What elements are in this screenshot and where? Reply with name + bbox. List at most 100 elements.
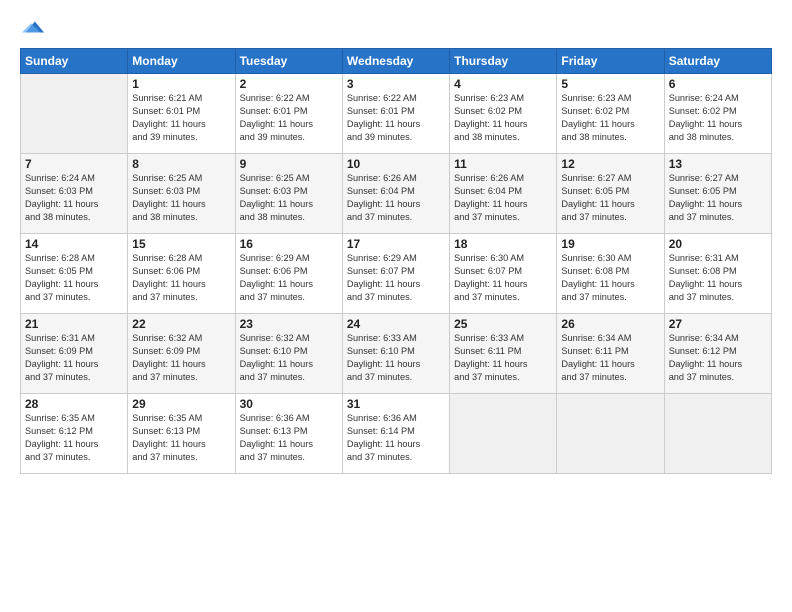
calendar-cell — [21, 74, 128, 154]
day-info: Sunrise: 6:24 AM Sunset: 6:02 PM Dayligh… — [669, 92, 767, 144]
calendar-header: SundayMondayTuesdayWednesdayThursdayFrid… — [21, 49, 772, 74]
calendar-cell: 10Sunrise: 6:26 AM Sunset: 6:04 PM Dayli… — [342, 154, 449, 234]
day-info: Sunrise: 6:28 AM Sunset: 6:06 PM Dayligh… — [132, 252, 230, 304]
weekday-header: Thursday — [450, 49, 557, 74]
calendar-cell — [450, 394, 557, 474]
page: SundayMondayTuesdayWednesdayThursdayFrid… — [0, 0, 792, 612]
day-info: Sunrise: 6:30 AM Sunset: 6:08 PM Dayligh… — [561, 252, 659, 304]
day-info: Sunrise: 6:33 AM Sunset: 6:11 PM Dayligh… — [454, 332, 552, 384]
day-info: Sunrise: 6:29 AM Sunset: 6:06 PM Dayligh… — [240, 252, 338, 304]
calendar-body: 1Sunrise: 6:21 AM Sunset: 6:01 PM Daylig… — [21, 74, 772, 474]
day-number: 26 — [561, 317, 659, 331]
calendar-cell: 29Sunrise: 6:35 AM Sunset: 6:13 PM Dayli… — [128, 394, 235, 474]
day-number: 6 — [669, 77, 767, 91]
calendar-cell: 13Sunrise: 6:27 AM Sunset: 6:05 PM Dayli… — [664, 154, 771, 234]
weekday-header: Sunday — [21, 49, 128, 74]
calendar-week-row: 14Sunrise: 6:28 AM Sunset: 6:05 PM Dayli… — [21, 234, 772, 314]
calendar-cell: 3Sunrise: 6:22 AM Sunset: 6:01 PM Daylig… — [342, 74, 449, 154]
calendar-cell: 15Sunrise: 6:28 AM Sunset: 6:06 PM Dayli… — [128, 234, 235, 314]
day-info: Sunrise: 6:26 AM Sunset: 6:04 PM Dayligh… — [454, 172, 552, 224]
day-number: 3 — [347, 77, 445, 91]
logo-icon — [22, 16, 44, 38]
calendar-week-row: 21Sunrise: 6:31 AM Sunset: 6:09 PM Dayli… — [21, 314, 772, 394]
day-number: 25 — [454, 317, 552, 331]
calendar-cell: 30Sunrise: 6:36 AM Sunset: 6:13 PM Dayli… — [235, 394, 342, 474]
day-info: Sunrise: 6:32 AM Sunset: 6:10 PM Dayligh… — [240, 332, 338, 384]
day-number: 5 — [561, 77, 659, 91]
calendar: SundayMondayTuesdayWednesdayThursdayFrid… — [20, 48, 772, 474]
calendar-cell: 19Sunrise: 6:30 AM Sunset: 6:08 PM Dayli… — [557, 234, 664, 314]
day-number: 2 — [240, 77, 338, 91]
day-info: Sunrise: 6:23 AM Sunset: 6:02 PM Dayligh… — [561, 92, 659, 144]
calendar-cell: 6Sunrise: 6:24 AM Sunset: 6:02 PM Daylig… — [664, 74, 771, 154]
day-number: 12 — [561, 157, 659, 171]
calendar-cell — [557, 394, 664, 474]
day-info: Sunrise: 6:34 AM Sunset: 6:12 PM Dayligh… — [669, 332, 767, 384]
weekday-row: SundayMondayTuesdayWednesdayThursdayFrid… — [21, 49, 772, 74]
calendar-cell: 31Sunrise: 6:36 AM Sunset: 6:14 PM Dayli… — [342, 394, 449, 474]
day-info: Sunrise: 6:35 AM Sunset: 6:13 PM Dayligh… — [132, 412, 230, 464]
day-info: Sunrise: 6:33 AM Sunset: 6:10 PM Dayligh… — [347, 332, 445, 384]
calendar-cell: 8Sunrise: 6:25 AM Sunset: 6:03 PM Daylig… — [128, 154, 235, 234]
calendar-cell: 7Sunrise: 6:24 AM Sunset: 6:03 PM Daylig… — [21, 154, 128, 234]
day-number: 18 — [454, 237, 552, 251]
day-number: 28 — [25, 397, 123, 411]
day-info: Sunrise: 6:23 AM Sunset: 6:02 PM Dayligh… — [454, 92, 552, 144]
day-number: 4 — [454, 77, 552, 91]
calendar-cell: 14Sunrise: 6:28 AM Sunset: 6:05 PM Dayli… — [21, 234, 128, 314]
day-number: 11 — [454, 157, 552, 171]
day-info: Sunrise: 6:30 AM Sunset: 6:07 PM Dayligh… — [454, 252, 552, 304]
day-number: 31 — [347, 397, 445, 411]
calendar-cell: 4Sunrise: 6:23 AM Sunset: 6:02 PM Daylig… — [450, 74, 557, 154]
day-info: Sunrise: 6:28 AM Sunset: 6:05 PM Dayligh… — [25, 252, 123, 304]
weekday-header: Saturday — [664, 49, 771, 74]
calendar-cell: 1Sunrise: 6:21 AM Sunset: 6:01 PM Daylig… — [128, 74, 235, 154]
day-info: Sunrise: 6:36 AM Sunset: 6:13 PM Dayligh… — [240, 412, 338, 464]
calendar-cell: 17Sunrise: 6:29 AM Sunset: 6:07 PM Dayli… — [342, 234, 449, 314]
day-info: Sunrise: 6:25 AM Sunset: 6:03 PM Dayligh… — [132, 172, 230, 224]
day-number: 19 — [561, 237, 659, 251]
day-info: Sunrise: 6:22 AM Sunset: 6:01 PM Dayligh… — [240, 92, 338, 144]
calendar-cell: 16Sunrise: 6:29 AM Sunset: 6:06 PM Dayli… — [235, 234, 342, 314]
calendar-cell: 26Sunrise: 6:34 AM Sunset: 6:11 PM Dayli… — [557, 314, 664, 394]
header — [20, 16, 772, 38]
calendar-cell: 28Sunrise: 6:35 AM Sunset: 6:12 PM Dayli… — [21, 394, 128, 474]
day-info: Sunrise: 6:24 AM Sunset: 6:03 PM Dayligh… — [25, 172, 123, 224]
calendar-cell: 11Sunrise: 6:26 AM Sunset: 6:04 PM Dayli… — [450, 154, 557, 234]
day-info: Sunrise: 6:26 AM Sunset: 6:04 PM Dayligh… — [347, 172, 445, 224]
day-info: Sunrise: 6:27 AM Sunset: 6:05 PM Dayligh… — [561, 172, 659, 224]
calendar-cell: 24Sunrise: 6:33 AM Sunset: 6:10 PM Dayli… — [342, 314, 449, 394]
calendar-cell: 27Sunrise: 6:34 AM Sunset: 6:12 PM Dayli… — [664, 314, 771, 394]
calendar-cell: 5Sunrise: 6:23 AM Sunset: 6:02 PM Daylig… — [557, 74, 664, 154]
day-number: 16 — [240, 237, 338, 251]
day-number: 30 — [240, 397, 338, 411]
day-number: 29 — [132, 397, 230, 411]
calendar-cell: 25Sunrise: 6:33 AM Sunset: 6:11 PM Dayli… — [450, 314, 557, 394]
calendar-cell: 12Sunrise: 6:27 AM Sunset: 6:05 PM Dayli… — [557, 154, 664, 234]
day-info: Sunrise: 6:34 AM Sunset: 6:11 PM Dayligh… — [561, 332, 659, 384]
day-info: Sunrise: 6:35 AM Sunset: 6:12 PM Dayligh… — [25, 412, 123, 464]
day-number: 14 — [25, 237, 123, 251]
day-number: 7 — [25, 157, 123, 171]
calendar-cell: 22Sunrise: 6:32 AM Sunset: 6:09 PM Dayli… — [128, 314, 235, 394]
calendar-cell: 9Sunrise: 6:25 AM Sunset: 6:03 PM Daylig… — [235, 154, 342, 234]
logo — [20, 16, 44, 38]
weekday-header: Monday — [128, 49, 235, 74]
calendar-week-row: 1Sunrise: 6:21 AM Sunset: 6:01 PM Daylig… — [21, 74, 772, 154]
day-info: Sunrise: 6:27 AM Sunset: 6:05 PM Dayligh… — [669, 172, 767, 224]
calendar-week-row: 28Sunrise: 6:35 AM Sunset: 6:12 PM Dayli… — [21, 394, 772, 474]
day-number: 21 — [25, 317, 123, 331]
calendar-cell — [664, 394, 771, 474]
day-number: 20 — [669, 237, 767, 251]
day-number: 23 — [240, 317, 338, 331]
day-number: 24 — [347, 317, 445, 331]
day-number: 1 — [132, 77, 230, 91]
calendar-cell: 2Sunrise: 6:22 AM Sunset: 6:01 PM Daylig… — [235, 74, 342, 154]
calendar-cell: 20Sunrise: 6:31 AM Sunset: 6:08 PM Dayli… — [664, 234, 771, 314]
day-number: 17 — [347, 237, 445, 251]
day-info: Sunrise: 6:31 AM Sunset: 6:09 PM Dayligh… — [25, 332, 123, 384]
calendar-cell: 23Sunrise: 6:32 AM Sunset: 6:10 PM Dayli… — [235, 314, 342, 394]
day-number: 13 — [669, 157, 767, 171]
calendar-week-row: 7Sunrise: 6:24 AM Sunset: 6:03 PM Daylig… — [21, 154, 772, 234]
day-info: Sunrise: 6:31 AM Sunset: 6:08 PM Dayligh… — [669, 252, 767, 304]
